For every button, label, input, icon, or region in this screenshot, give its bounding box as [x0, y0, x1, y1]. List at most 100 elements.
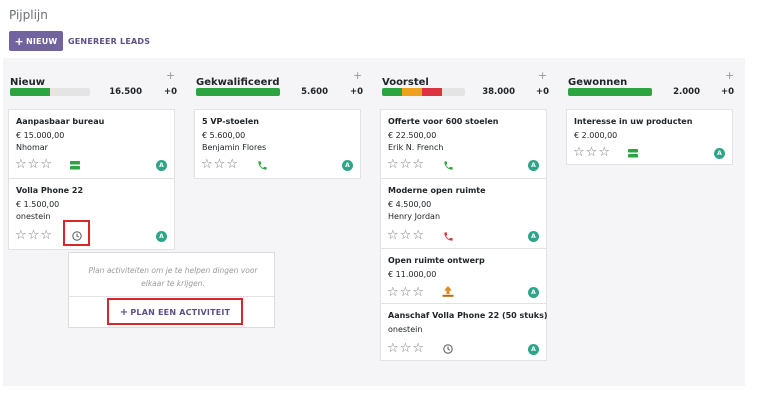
- kanban-card[interactable]: 5 VP-stoelen € 5.600,00 Benjamin Flores …: [194, 109, 361, 179]
- column-delta: +0: [536, 87, 550, 97]
- star-icon[interactable]: ☆: [400, 286, 412, 299]
- card-title: 5 VP-stoelen: [202, 117, 259, 126]
- quick-create-plus-icon[interactable]: +: [353, 69, 362, 82]
- star-icon[interactable]: ☆: [40, 229, 52, 242]
- star-icon[interactable]: ☆: [214, 158, 226, 171]
- column-progress-bar[interactable]: [382, 88, 465, 96]
- priority-stars[interactable]: ☆ ☆ ☆: [387, 342, 424, 355]
- column-title: Gewonnen: [568, 77, 628, 88]
- column-progress-bar[interactable]: [10, 88, 90, 96]
- priority-stars[interactable]: ☆ ☆ ☆: [15, 229, 52, 242]
- star-icon[interactable]: ☆: [412, 158, 424, 171]
- clock-icon[interactable]: [443, 344, 453, 354]
- card-title: Open ruimte ontwerp: [388, 256, 485, 265]
- column-total: 5.600: [301, 87, 328, 97]
- column-total: 16.500: [109, 87, 142, 97]
- card-title: Moderne open ruimte: [388, 186, 486, 195]
- star-icon[interactable]: ☆: [400, 229, 412, 242]
- progress-segment-green[interactable]: [196, 88, 280, 96]
- card-contact: Henry Jordan: [388, 212, 441, 221]
- new-button-label: NIEUW: [25, 36, 58, 46]
- star-icon[interactable]: ☆: [15, 229, 27, 242]
- star-icon[interactable]: ☆: [15, 158, 27, 171]
- kanban-board: Nieuw + 16.500 +0 Aanpasbaar bureau € 15…: [3, 58, 745, 386]
- star-icon[interactable]: ☆: [586, 146, 598, 159]
- priority-stars[interactable]: ☆ ☆ ☆: [387, 158, 424, 171]
- star-icon[interactable]: ☆: [598, 146, 610, 159]
- star-icon[interactable]: ☆: [40, 158, 52, 171]
- avatar[interactable]: A: [528, 287, 539, 298]
- star-icon[interactable]: ☆: [28, 229, 40, 242]
- card-title: Interesse in uw producten: [574, 117, 693, 126]
- page-title: Pijplijn: [9, 8, 48, 22]
- priority-stars[interactable]: ☆ ☆ ☆: [387, 286, 424, 299]
- kanban-card[interactable]: Volla Phone 22 € 1.500,00 onestein ☆ ☆ ☆ A: [8, 178, 175, 250]
- phone-icon[interactable]: [443, 160, 454, 171]
- column-delta: +0: [164, 87, 178, 97]
- star-icon[interactable]: ☆: [400, 342, 412, 355]
- card-title: Volla Phone 22: [16, 186, 84, 195]
- column-header-gekwalificeerd[interactable]: Gekwalificeerd: [196, 70, 279, 88]
- card-contact: Benjamin Flores: [202, 143, 267, 152]
- kanban-card[interactable]: Aanpasbaar bureau € 15.000,00 Nhomar ☆ ☆ ☆…: [8, 109, 175, 179]
- list-icon[interactable]: [70, 161, 80, 170]
- column-progress-bar[interactable]: [196, 88, 280, 96]
- priority-stars[interactable]: ☆ ☆ ☆: [15, 158, 52, 171]
- star-icon[interactable]: ☆: [387, 286, 399, 299]
- quick-create-plus-icon[interactable]: +: [538, 69, 547, 82]
- priority-stars[interactable]: ☆ ☆ ☆: [201, 158, 238, 171]
- card-contact: onestein: [388, 325, 423, 334]
- column-title: Nieuw: [10, 77, 45, 88]
- avatar[interactable]: A: [342, 160, 353, 171]
- kanban-card[interactable]: Offerte voor 600 stoelen € 22.500,00 Eri…: [380, 109, 547, 179]
- highlight-box: [107, 298, 243, 325]
- progress-segment-red[interactable]: [421, 88, 442, 96]
- progress-segment-orange[interactable]: [401, 88, 422, 96]
- kanban-card[interactable]: Interesse in uw producten € 2.000,00 ☆ ☆ ☆…: [566, 109, 733, 165]
- star-icon[interactable]: ☆: [28, 158, 40, 171]
- kanban-card[interactable]: Open ruimte ontwerp € 11.000,00 ☆ ☆ ☆ A: [380, 248, 547, 304]
- star-icon[interactable]: ☆: [387, 229, 399, 242]
- star-icon[interactable]: ☆: [387, 342, 399, 355]
- card-amount: € 2.000,00: [574, 131, 618, 140]
- phone-icon[interactable]: [257, 160, 268, 171]
- star-icon[interactable]: ☆: [387, 158, 399, 171]
- column-progress-bar[interactable]: [568, 88, 652, 96]
- column-total: 38.000: [482, 87, 515, 97]
- avatar[interactable]: A: [156, 160, 167, 171]
- kanban-card[interactable]: Moderne open ruimte € 4.500,00 Henry Jor…: [380, 178, 547, 249]
- progress-segment-green[interactable]: [568, 88, 652, 96]
- star-icon[interactable]: ☆: [226, 158, 238, 171]
- star-icon[interactable]: ☆: [201, 158, 213, 171]
- kanban-card[interactable]: Aanschaf Volla Phone 22 (50 stuks) onest…: [380, 303, 548, 361]
- priority-stars[interactable]: ☆ ☆ ☆: [573, 146, 610, 159]
- star-icon[interactable]: ☆: [412, 229, 424, 242]
- star-icon[interactable]: ☆: [400, 158, 412, 171]
- column-title: Gekwalificeerd: [196, 77, 280, 88]
- avatar[interactable]: A: [156, 231, 167, 242]
- card-amount: € 11.000,00: [388, 270, 437, 279]
- progress-segment-green[interactable]: [10, 88, 50, 96]
- divider: [69, 296, 274, 297]
- priority-stars[interactable]: ☆ ☆ ☆: [387, 229, 424, 242]
- quick-create-plus-icon[interactable]: +: [725, 69, 734, 82]
- new-button[interactable]: + NIEUW: [9, 31, 63, 51]
- column-header-nieuw[interactable]: Nieuw: [10, 70, 45, 88]
- generate-leads-button[interactable]: GENEREER LEADS: [68, 31, 150, 51]
- column-header-gewonnen[interactable]: Gewonnen: [568, 70, 627, 88]
- list-icon[interactable]: [628, 149, 638, 158]
- star-icon[interactable]: ☆: [412, 286, 424, 299]
- quick-create-plus-icon[interactable]: +: [166, 69, 175, 82]
- card-amount: € 4.500,00: [388, 200, 432, 209]
- card-amount: € 15.000,00: [16, 131, 65, 140]
- star-icon[interactable]: ☆: [573, 146, 585, 159]
- phone-red-icon[interactable]: [443, 231, 454, 242]
- avatar[interactable]: A: [528, 344, 539, 355]
- progress-segment-green[interactable]: [382, 88, 402, 96]
- avatar[interactable]: A: [528, 160, 539, 171]
- star-icon[interactable]: ☆: [412, 342, 424, 355]
- avatar[interactable]: A: [714, 148, 725, 159]
- column-header-voorstel[interactable]: Voorstel: [382, 70, 429, 88]
- avatar[interactable]: A: [528, 231, 539, 242]
- upload-icon[interactable]: [442, 286, 454, 297]
